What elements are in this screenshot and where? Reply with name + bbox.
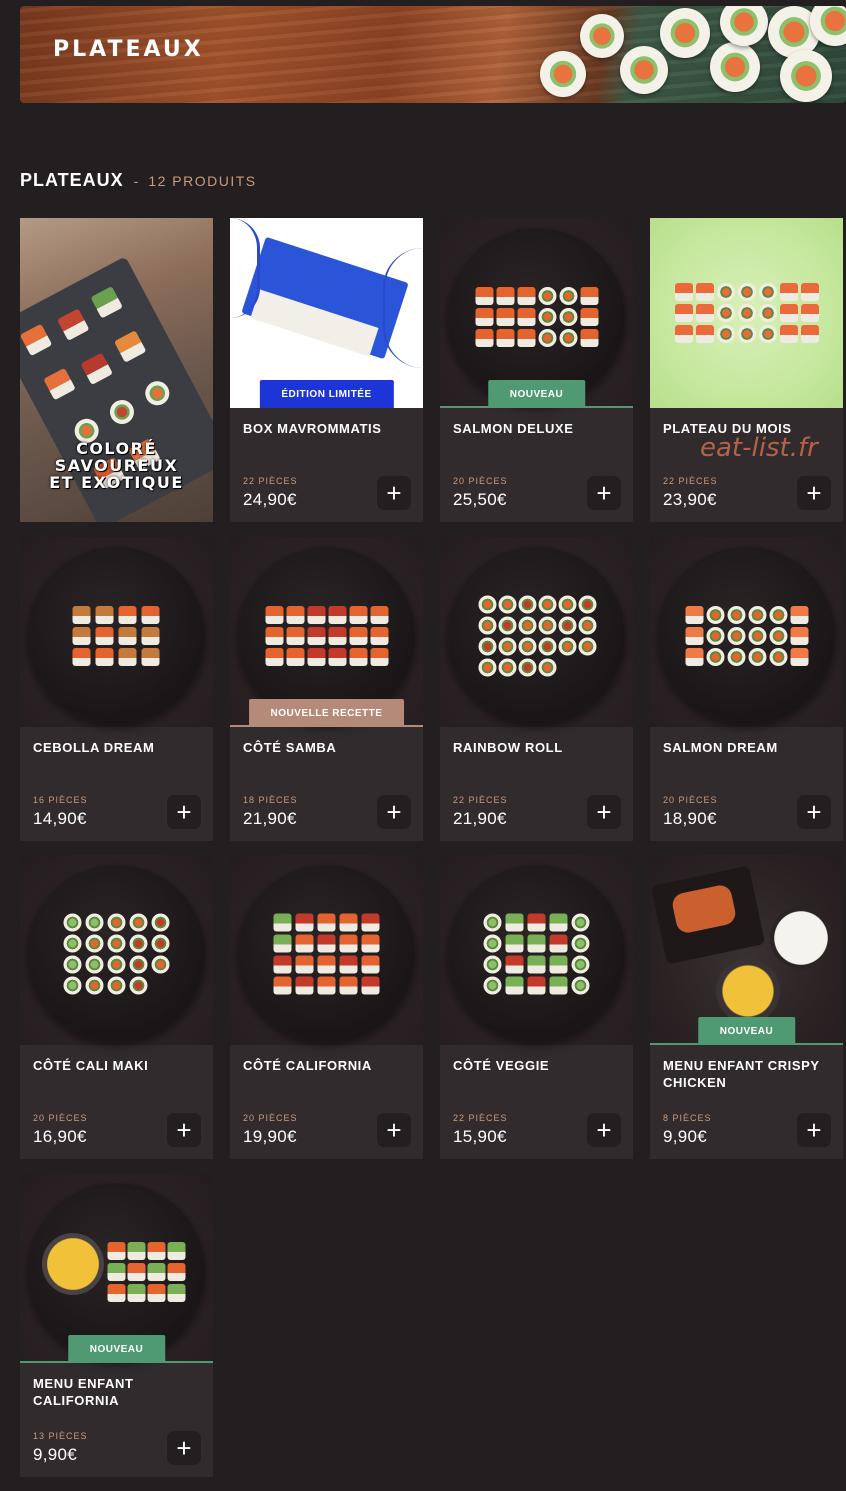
add-to-cart-button[interactable]: + [377, 1113, 411, 1147]
badge-edition-limitee: ÉDITION LIMITÉE [259, 380, 394, 408]
product-card[interactable]: CÔTÉ CALI MAKI 20 PIÈCES 16,90€ + [20, 855, 213, 1159]
add-to-cart-button[interactable]: + [377, 476, 411, 510]
plus-icon: + [806, 1115, 822, 1145]
piece-count: 20 PIÈCES [243, 1113, 298, 1123]
plus-icon: + [386, 478, 402, 508]
add-to-cart-button[interactable]: + [377, 795, 411, 829]
product-name: MENU ENFANT CRISPY CHICKEN [663, 1058, 820, 1090]
product-image [230, 855, 423, 1045]
product-name: CEBOLLA DREAM [33, 740, 155, 755]
product-price: 21,90€ [243, 809, 297, 828]
product-name: RAINBOW ROLL [453, 740, 563, 755]
product-price: 16,90€ [33, 1127, 87, 1146]
product-card[interactable]: RAINBOW ROLL 22 PIÈCES 21,90€ + [440, 537, 633, 841]
watermark: eat-list.fr [700, 433, 818, 463]
add-to-cart-button[interactable]: + [797, 476, 831, 510]
product-price: 23,90€ [663, 490, 717, 509]
product-name: BOX MAVROMMATIS [243, 421, 382, 436]
add-to-cart-button[interactable]: + [167, 1431, 201, 1465]
plus-icon: + [596, 478, 612, 508]
product-image [440, 537, 633, 727]
piece-count: 22 PIÈCES [243, 476, 298, 486]
product-price: 21,90€ [453, 809, 507, 828]
plus-icon: + [806, 478, 822, 508]
piece-count: 13 PIÈCES [33, 1431, 88, 1441]
plus-icon: + [806, 797, 822, 827]
piece-count: 20 PIÈCES [33, 1113, 88, 1123]
section-header: PLATEAUX - 12 PRODUITS [20, 170, 257, 191]
product-image [20, 537, 213, 727]
promo-card[interactable]: COLORÉ SAVOUREUX ET EXOTIQUE [20, 218, 213, 522]
product-card[interactable]: SALMON DREAM 20 PIÈCES 18,90€ + [650, 537, 843, 841]
product-card[interactable]: NOUVEAU SALMON DELUXE 20 PIÈCES 25,50€ + [440, 218, 633, 522]
product-card[interactable]: NOUVEAU MENU ENFANT CALIFORNIA 13 PIÈCES… [20, 1173, 213, 1477]
plus-icon: + [386, 797, 402, 827]
product-card[interactable]: CÔTÉ VEGGIE 22 PIÈCES 15,90€ + [440, 855, 633, 1159]
badge-nouvelle-recette: NOUVELLE RECETTE [248, 699, 405, 727]
product-price: 14,90€ [33, 809, 87, 828]
product-price: 9,90€ [663, 1127, 708, 1146]
product-card[interactable]: ÉDITION LIMITÉE BOX MAVROMMATIS 22 PIÈCE… [230, 218, 423, 522]
category-banner: PLATEAUX [20, 6, 846, 103]
add-to-cart-button[interactable]: + [167, 1113, 201, 1147]
add-to-cart-button[interactable]: + [167, 795, 201, 829]
plus-icon: + [596, 797, 612, 827]
badge-nouveau: NOUVEAU [697, 1017, 796, 1045]
product-image [650, 537, 843, 727]
product-name: CÔTÉ VEGGIE [453, 1058, 550, 1073]
product-card[interactable]: NOUVELLE RECETTE CÔTÉ SAMBA 18 PIÈCES 21… [230, 537, 423, 841]
product-price: 19,90€ [243, 1127, 297, 1146]
product-name: CÔTÉ CALIFORNIA [243, 1058, 372, 1073]
piece-count: 20 PIÈCES [453, 476, 508, 486]
product-price: 18,90€ [663, 809, 717, 828]
product-image [20, 855, 213, 1045]
product-count: 12 PRODUITS [148, 173, 257, 189]
product-price: 9,90€ [33, 1445, 78, 1464]
product-name: CÔTÉ CALI MAKI [33, 1058, 149, 1073]
product-image [440, 855, 633, 1045]
section-separator: - [133, 173, 139, 189]
piece-count: 20 PIÈCES [663, 795, 718, 805]
plus-icon: + [176, 1115, 192, 1145]
product-name: SALMON DREAM [663, 740, 778, 755]
badge-nouveau: NOUVEAU [487, 380, 586, 408]
badge-nouveau: NOUVEAU [67, 1335, 166, 1363]
product-name: SALMON DELUXE [453, 421, 574, 436]
product-image [650, 218, 843, 408]
product-card[interactable]: NOUVEAU MENU ENFANT CRISPY CHICKEN 8 PIÈ… [650, 855, 843, 1159]
product-price: 24,90€ [243, 490, 297, 509]
piece-count: 16 PIÈCES [33, 795, 88, 805]
product-name: CÔTÉ SAMBA [243, 740, 337, 755]
plus-icon: + [386, 1115, 402, 1145]
piece-count: 22 PIÈCES [453, 795, 508, 805]
add-to-cart-button[interactable]: + [797, 1113, 831, 1147]
product-card[interactable]: CÔTÉ CALIFORNIA 20 PIÈCES 19,90€ + [230, 855, 423, 1159]
plus-icon: + [176, 797, 192, 827]
piece-count: 22 PIÈCES [663, 476, 718, 486]
promo-image: COLORÉ SAVOUREUX ET EXOTIQUE [20, 218, 213, 522]
product-price: 25,50€ [453, 490, 507, 509]
section-title: PLATEAUX [20, 170, 124, 190]
add-to-cart-button[interactable]: + [587, 1113, 621, 1147]
add-to-cart-button[interactable]: + [797, 795, 831, 829]
product-price: 15,90€ [453, 1127, 507, 1146]
add-to-cart-button[interactable]: + [587, 476, 621, 510]
product-name: MENU ENFANT CALIFORNIA [33, 1376, 134, 1408]
piece-count: 22 PIÈCES [453, 1113, 508, 1123]
plus-icon: + [596, 1115, 612, 1145]
piece-count: 8 PIÈCES [663, 1113, 712, 1123]
add-to-cart-button[interactable]: + [587, 795, 621, 829]
piece-count: 18 PIÈCES [243, 795, 298, 805]
banner-title: PLATEAUX [53, 37, 204, 62]
plus-icon: + [176, 1433, 192, 1463]
promo-text: COLORÉ SAVOUREUX ET EXOTIQUE [49, 439, 184, 492]
product-card[interactable]: CEBOLLA DREAM 16 PIÈCES 14,90€ + [20, 537, 213, 841]
product-card[interactable]: PLATEAU DU MOIS 22 PIÈCES 23,90€ + [650, 218, 843, 522]
